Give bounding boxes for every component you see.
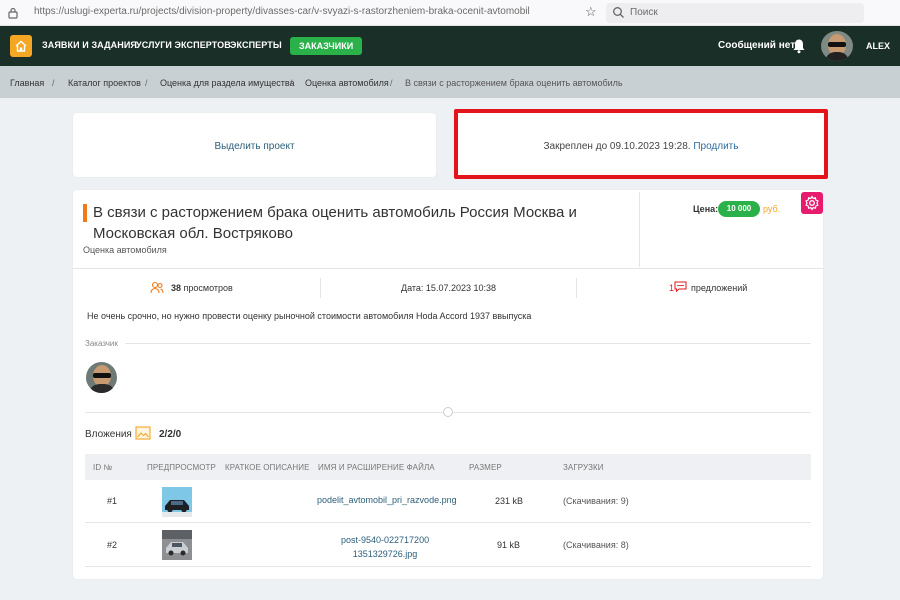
home-icon: [15, 40, 27, 52]
breadcrumb: Главная / Каталог проектов / Оценка для …: [0, 66, 900, 98]
pinned-status: Закреплен до 09.10.2023 19:28. Продлить: [458, 141, 824, 152]
breadcrumb-catalog[interactable]: Каталог проектов: [68, 78, 141, 88]
address-bar[interactable]: https://uslugi-experta.ru/projects/divis…: [34, 6, 530, 17]
lock-icon: [8, 7, 18, 19]
attachment-id: #1: [107, 496, 118, 506]
table-row: #2 post-9540-022717200 1351329726.jpg 91 …: [85, 524, 811, 567]
attachment-filename-link[interactable]: podelit_avtomobil_pri_razvode.png: [317, 495, 457, 505]
column-header: КРАТКОЕ ОПИСАНИЕ: [225, 463, 310, 472]
image-icon: [135, 426, 151, 440]
highlight-project-card: Выделить проект: [73, 113, 436, 177]
customer-avatar[interactable]: [86, 362, 117, 393]
breadcrumb-separator: /: [145, 78, 148, 88]
column-header: ПРЕДПРОСМОТР: [147, 463, 216, 472]
user-name[interactable]: ALEX: [866, 41, 890, 51]
attachment-thumbnail[interactable]: [162, 530, 192, 560]
attachment-filename-link[interactable]: post-9540-022717200 1351329726.jpg: [341, 533, 429, 561]
attachment-filename[interactable]: podelit_avtomobil_pri_razvode.png: [317, 495, 457, 505]
breadcrumb-separator: /: [52, 78, 55, 88]
column-header: РАЗМЕР: [469, 463, 502, 472]
project-title: В связи с расторжением брака оценить авт…: [93, 204, 577, 242]
divider: [73, 268, 823, 269]
column-header: ИМЯ И РАСШИРЕНИЕ ФАЙЛА: [318, 463, 435, 472]
stat-divider: [576, 278, 577, 298]
pinned-until-text: Закреплен до 09.10.2023 19:28.: [543, 141, 691, 152]
divider-circle: [443, 407, 453, 417]
attachment-downloads: (Скачивания: 9): [563, 496, 629, 506]
pinned-status-card: Закреплен до 09.10.2023 19:28. Продлить: [454, 109, 828, 179]
views-count: 38: [171, 283, 182, 293]
nav-requests[interactable]: ЗАЯВКИ И ЗАДАНИЯ: [42, 40, 137, 50]
bookmark-star-icon[interactable]: ☆: [585, 5, 599, 19]
breadcrumb-separator: /: [390, 78, 393, 88]
search-icon: [613, 7, 624, 18]
attachment-size: 91 kB: [497, 540, 521, 550]
breadcrumb-property-valuation[interactable]: Оценка для раздела имущества: [160, 78, 295, 88]
messages-status[interactable]: Сообщений нет: [718, 40, 795, 51]
attachment-downloads: (Скачивания: 8): [563, 540, 629, 550]
attachments-count: 2/2/0: [159, 429, 182, 440]
user-avatar[interactable]: [821, 31, 853, 61]
project-category[interactable]: Оценка автомобиля: [83, 245, 167, 255]
nav-expert-services[interactable]: УСЛУГИ ЭКСПЕРТОВ: [136, 40, 231, 50]
project-card: В связи с расторжением брака оценить авт…: [73, 190, 823, 579]
breadcrumb-separator: /: [290, 78, 293, 88]
attachment-filename-cont[interactable]: 1351329726.jpg: [353, 549, 418, 559]
offers-label: предложений: [691, 283, 748, 293]
home-button[interactable]: [10, 35, 32, 57]
attachment-filename[interactable]: post-9540-022717200: [341, 535, 429, 545]
nav-customers[interactable]: ЗАКАЗЧИКИ: [290, 37, 363, 55]
attachment-thumbnail[interactable]: [162, 487, 192, 517]
views-stat: 38 просмотров: [171, 283, 233, 293]
column-header: ID №: [93, 463, 113, 472]
title-accent-bar: [83, 204, 87, 222]
customer-divider: [125, 343, 811, 344]
project-date: Дата: 15.07.2023 10:38: [401, 283, 496, 293]
customer-label: Заказчик: [85, 339, 118, 348]
breadcrumb-current: В связи с расторжением брака оценить авт…: [405, 78, 623, 88]
browser-toolbar: https://uslugi-experta.ru/projects/divis…: [0, 0, 900, 26]
users-icon: [150, 281, 164, 294]
price-label: Цена:: [693, 204, 719, 214]
gear-icon: [805, 195, 819, 211]
nav-experts[interactable]: ЭКСПЕРТЫ: [230, 40, 282, 50]
stat-divider: [320, 278, 321, 298]
attachment-size: 231 kB: [495, 496, 524, 506]
price-currency: руб.: [763, 204, 781, 214]
column-header: ЗАГРУЗКИ: [563, 463, 604, 472]
attachments-table-header: ID № ПРЕДПРОСМОТР КРАТКОЕ ОПИСАНИЕ ИМЯ И…: [85, 454, 811, 480]
attachment-id: #2: [107, 540, 118, 550]
attachments-label: Вложения: [85, 429, 132, 440]
settings-button[interactable]: [801, 192, 823, 214]
breadcrumb-car-valuation[interactable]: Оценка автомобиля: [305, 78, 389, 88]
extend-link[interactable]: Продлить: [693, 141, 738, 152]
price-badge: 10 000: [718, 201, 760, 217]
highlight-project-link[interactable]: Выделить проект: [73, 141, 436, 152]
project-description: Не очень срочно, но нужно провести оценк…: [87, 311, 532, 321]
table-row: #1 podelit_avtomobil_pri_razvode.png 231…: [85, 480, 811, 523]
bell-icon[interactable]: [792, 38, 806, 54]
breadcrumb-home[interactable]: Главная: [10, 78, 44, 88]
views-label: просмотров: [183, 283, 233, 293]
top-navigation: ЗАЯВКИ И ЗАДАНИЯ УСЛУГИ ЭКСПЕРТОВ ЭКСПЕР…: [0, 26, 900, 66]
search-placeholder: Поиск: [630, 7, 658, 18]
chat-bubble-icon: [674, 281, 687, 292]
browser-search-input[interactable]: Поиск: [606, 3, 864, 23]
header-divider: [639, 192, 640, 267]
